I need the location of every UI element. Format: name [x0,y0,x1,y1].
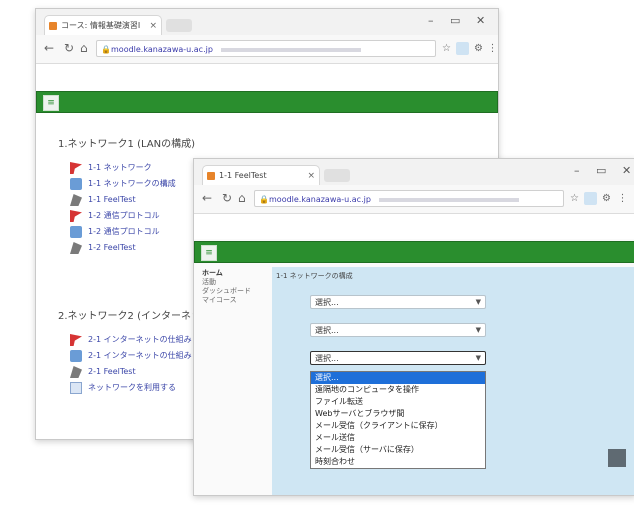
url-text: moodle.kanazawa-u.ac.jp [111,45,213,54]
extension-icon[interactable] [584,192,597,205]
activity-link[interactable]: 1-1 ネットワーク [70,161,152,175]
browser-tab[interactable]: コース: 情報基礎演習I × [44,15,162,35]
form-title: 1-1 ネットワークの構成 [276,272,353,280]
extension-icon[interactable] [456,42,469,55]
title-bar: 1-1 FeelTest × – ▭ ✕ [194,159,634,185]
new-tab-button[interactable] [324,169,350,182]
maximize-icon[interactable]: ▭ [596,164,606,177]
menu-icon[interactable]: ≡ [201,245,217,261]
answer-select-open[interactable]: 選択... ▼ [310,351,486,365]
document-icon [70,382,82,394]
new-tab-button[interactable] [166,19,192,32]
feedback-icon [70,366,82,378]
section-heading: 2.ネットワーク2 (インターネット) [58,311,215,322]
chevron-down-icon: ▼ [475,354,481,362]
site-header: ≡ [194,241,634,263]
lock-icon: 🔒 [101,45,111,54]
flag-icon [70,334,82,346]
flag-icon [70,210,82,222]
activity-link[interactable]: 1-2 通信プロトコル [70,225,160,239]
dropdown-option[interactable]: メール受信（クライアントに保存） [311,420,485,432]
settings-icon[interactable]: ⚙ [600,192,613,205]
activity-link[interactable]: 2-1 インターネットの仕組み [70,349,192,363]
address-bar[interactable]: 🔒 moodle.kanazawa-u.ac.jp [96,40,436,57]
site-header: ≡ [36,91,498,113]
star-icon[interactable]: ☆ [440,42,453,55]
minimize-icon[interactable]: – [574,164,580,177]
favicon-icon [207,172,215,180]
side-link[interactable]: ホーム [202,269,264,278]
activity-link[interactable]: 2-1 FeelTest [70,365,136,379]
dropdown-option[interactable]: 遠隔地のコンピュータを操作 [311,384,485,396]
side-navigation: ホーム 活動 ダッシュボード マイコース [202,269,264,329]
dropdown-option[interactable]: 選択... [311,372,485,384]
browser-tab[interactable]: 1-1 FeelTest × [202,165,320,185]
minimize-icon[interactable]: – [428,14,434,27]
answer-select[interactable]: 選択... ▼ [310,295,486,309]
more-icon[interactable]: ⋮ [486,42,498,55]
reload-icon[interactable]: ↻ [222,191,232,205]
select-dropdown: 選択... 遠隔地のコンピュータを操作 ファイル転送 Webサーバとブラウザ間 … [310,371,486,469]
activity-link[interactable]: ネットワークを利用する [70,381,176,395]
side-link[interactable]: 活動 [202,278,264,287]
activity-link[interactable]: 1-2 通信プロトコル [70,209,160,223]
activity-link[interactable]: 1-2 FeelTest [70,241,136,255]
toolbar: ← ↻ ⌂ 🔒 moodle.kanazawa-u.ac.jp ☆ ⚙ ⋮ [194,185,634,214]
close-tab-icon[interactable]: × [307,166,315,185]
activity-link[interactable]: 1-1 FeelTest [70,193,136,207]
lock-icon: 🔒 [259,195,269,204]
chat-icon [70,350,82,362]
close-window-icon[interactable]: ✕ [476,14,485,27]
close-tab-icon[interactable]: × [149,16,157,35]
chat-icon [70,178,82,190]
dropdown-option[interactable]: Webサーバとブラウザ間 [311,408,485,420]
url-path [221,47,362,52]
answer-select[interactable]: 選択... ▼ [310,323,486,337]
home-icon[interactable]: ⌂ [238,191,246,205]
side-link[interactable]: マイコース [202,296,264,305]
chevron-down-icon: ▼ [475,298,481,306]
more-icon[interactable]: ⋮ [616,192,629,205]
dropdown-option[interactable]: ファイル転送 [311,396,485,408]
close-window-icon[interactable]: ✕ [622,164,631,177]
url-text: moodle.kanazawa-u.ac.jp [269,195,371,204]
feedback-icon [70,242,82,254]
chevron-down-icon: ▼ [475,326,481,334]
feedback-icon [70,194,82,206]
feeltest-window: 1-1 FeelTest × – ▭ ✕ ← ↻ ⌂ 🔒 moodle.kana… [193,158,634,496]
title-bar: コース: 情報基礎演習I × – ▭ ✕ [36,9,498,35]
settings-icon[interactable]: ⚙ [472,42,485,55]
dropdown-option[interactable]: メール送信 [311,432,485,444]
dropdown-option[interactable]: 時刻合わせ [311,456,485,468]
home-icon[interactable]: ⌂ [80,41,88,55]
star-icon[interactable]: ☆ [568,192,581,205]
side-link[interactable]: ダッシュボード [202,287,264,296]
url-path [379,197,520,202]
menu-icon[interactable]: ≡ [43,95,59,111]
favicon-icon [49,22,57,30]
tab-title: 1-1 FeelTest [219,171,267,180]
maximize-icon[interactable]: ▭ [450,14,460,27]
toolbar: ← ↻ ⌂ 🔒 moodle.kanazawa-u.ac.jp ☆ ⚙ ⋮ [36,35,498,64]
section-heading: 1.ネットワーク1 (LANの構成) [58,139,196,150]
back-icon[interactable]: ← [202,191,212,205]
back-icon[interactable]: ← [44,41,54,55]
activity-link[interactable]: 1-1 ネットワークの構成 [70,177,176,191]
tab-title: コース: 情報基礎演習I [61,21,141,30]
address-bar[interactable]: 🔒 moodle.kanazawa-u.ac.jp [254,190,564,207]
page-tile-icon [608,449,626,467]
reload-icon[interactable]: ↻ [64,41,74,55]
chat-icon [70,226,82,238]
dropdown-option[interactable]: メール受信（サーバに保存） [311,444,485,456]
activity-link[interactable]: 2-1 インターネットの仕組み [70,333,192,347]
flag-icon [70,162,82,174]
